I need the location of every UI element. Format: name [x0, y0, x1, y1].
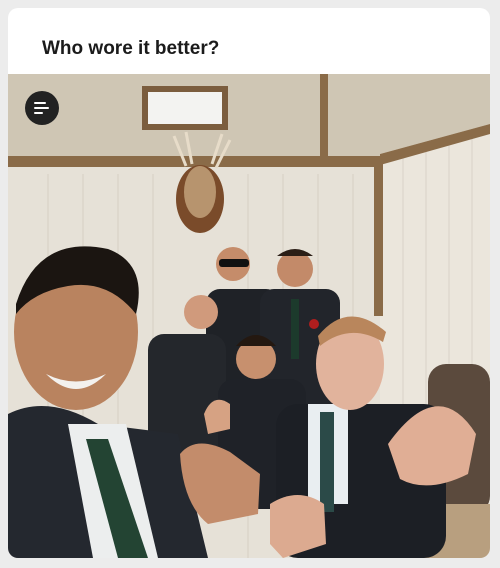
post-card: Who wore it better? [8, 8, 490, 558]
menu-lines-icon [34, 102, 49, 114]
post-title: Who wore it better? [42, 38, 220, 59]
group-selfie-photo[interactable] [8, 74, 490, 558]
menu-button[interactable] [25, 91, 59, 125]
